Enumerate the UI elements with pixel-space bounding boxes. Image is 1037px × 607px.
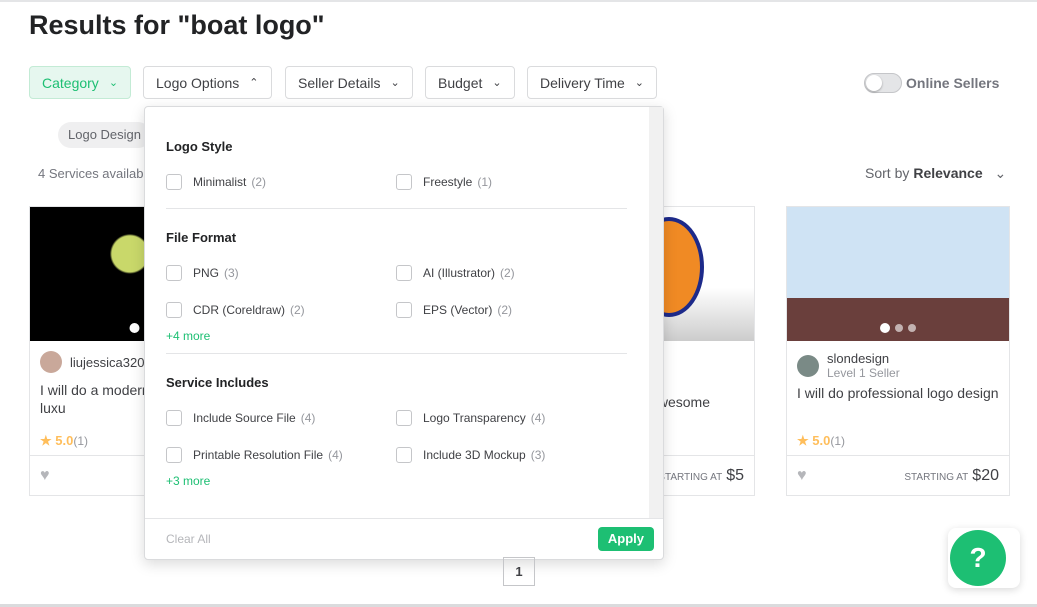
help-widget[interactable]: ? [948, 528, 1020, 588]
checkbox-eps[interactable]: EPS (Vector) (2) [396, 302, 512, 318]
checkbox-freestyle[interactable]: Freestyle (1) [396, 174, 492, 190]
heart-icon[interactable]: ♥ [40, 467, 50, 485]
chevron-down-icon: ⌄ [390, 77, 400, 89]
section-logo-style: Logo Style [166, 139, 233, 154]
seller-name[interactable]: liujessica320 [70, 355, 144, 370]
checkbox-ai[interactable]: AI (Illustrator) (2) [396, 265, 515, 281]
filter-delivery-time[interactable]: Delivery Time ⌄ [527, 66, 658, 99]
services-count: 4 Services available [38, 166, 154, 181]
sort-label: Sort by [865, 165, 910, 181]
filter-chip-logo-design[interactable]: Logo Design [58, 122, 151, 148]
checkbox-printable-resolution[interactable]: Printable Resolution File (4) [166, 447, 343, 463]
chevron-down-icon: ⌄ [634, 77, 645, 89]
checkbox-minimalist[interactable]: Minimalist (2) [166, 174, 266, 190]
chevron-down-icon: ⌄ [492, 77, 502, 89]
gig-title[interactable]: I will do professional logo design [787, 380, 1009, 402]
chevron-up-icon: ⌃ [249, 77, 259, 89]
avatar [797, 354, 819, 377]
filter-logo-options[interactable]: Logo Options ⌃ [143, 66, 272, 99]
filter-label: Logo Options [156, 74, 240, 91]
filter-category[interactable]: Category ⌄ [29, 66, 132, 99]
carousel-dots[interactable] [880, 323, 916, 333]
avatar [40, 351, 62, 373]
top-border [0, 0, 1037, 2]
logo-options-dropdown: Logo Style Minimalist (2) Freestyle (1) Fi… [144, 106, 664, 560]
filter-label: Budget [438, 74, 483, 91]
filter-budget[interactable]: Budget ⌄ [425, 66, 515, 99]
seller-level: Level 1 Seller [827, 366, 900, 380]
sort-value: Relevance [913, 165, 983, 181]
section-file-format: File Format [166, 230, 237, 245]
filter-label: Delivery Time [540, 74, 625, 91]
online-sellers-toggle[interactable] [864, 73, 902, 93]
gig-image[interactable] [787, 207, 1009, 341]
checkbox-logo-transparency[interactable]: Logo Transparency (4) [396, 410, 545, 426]
rating: ★ 5.0(1) [40, 433, 89, 448]
filter-label: Category [42, 74, 99, 91]
more-file-formats-link[interactable]: +4 more [166, 329, 210, 343]
rating: ★ 5.0(1) [797, 433, 846, 448]
help-icon[interactable]: ? [950, 530, 1006, 586]
divider [166, 353, 627, 354]
divider [166, 208, 627, 209]
price: STARTING AT $20 [904, 466, 999, 484]
apply-button[interactable]: Apply [597, 527, 654, 551]
chevron-down-icon: ⌄ [994, 165, 1007, 181]
filter-seller-details[interactable]: Seller Details ⌄ [285, 66, 413, 99]
clear-all-button[interactable]: Clear All [166, 532, 211, 546]
filter-label: Seller Details [298, 74, 381, 91]
checkbox-3d-mockup[interactable]: Include 3D Mockup (3) [396, 447, 545, 463]
seller-name[interactable]: slondesign [827, 351, 900, 366]
page-title: Results for "boat logo" [29, 10, 325, 40]
scrollbar[interactable] [649, 107, 663, 519]
checkbox-png[interactable]: PNG (3) [166, 265, 239, 281]
page-1-button[interactable]: 1 [503, 557, 535, 586]
sort-dropdown[interactable]: Sort by Relevance ⌄ [865, 165, 1006, 182]
online-sellers-label: Online Sellers [906, 75, 1000, 91]
checkbox-cdr[interactable]: CDR (Coreldraw) (2) [166, 302, 305, 318]
checkbox-source-file[interactable]: Include Source File (4) [166, 410, 315, 426]
section-service-includes: Service Includes [166, 375, 269, 390]
gig-card[interactable]: slondesign Level 1 Seller I will do profe… [786, 206, 1010, 496]
price: STARTING AT $5 [658, 466, 744, 484]
chevron-down-icon: ⌄ [108, 77, 119, 89]
heart-icon[interactable]: ♥ [797, 467, 807, 485]
more-service-includes-link[interactable]: +3 more [166, 474, 210, 488]
